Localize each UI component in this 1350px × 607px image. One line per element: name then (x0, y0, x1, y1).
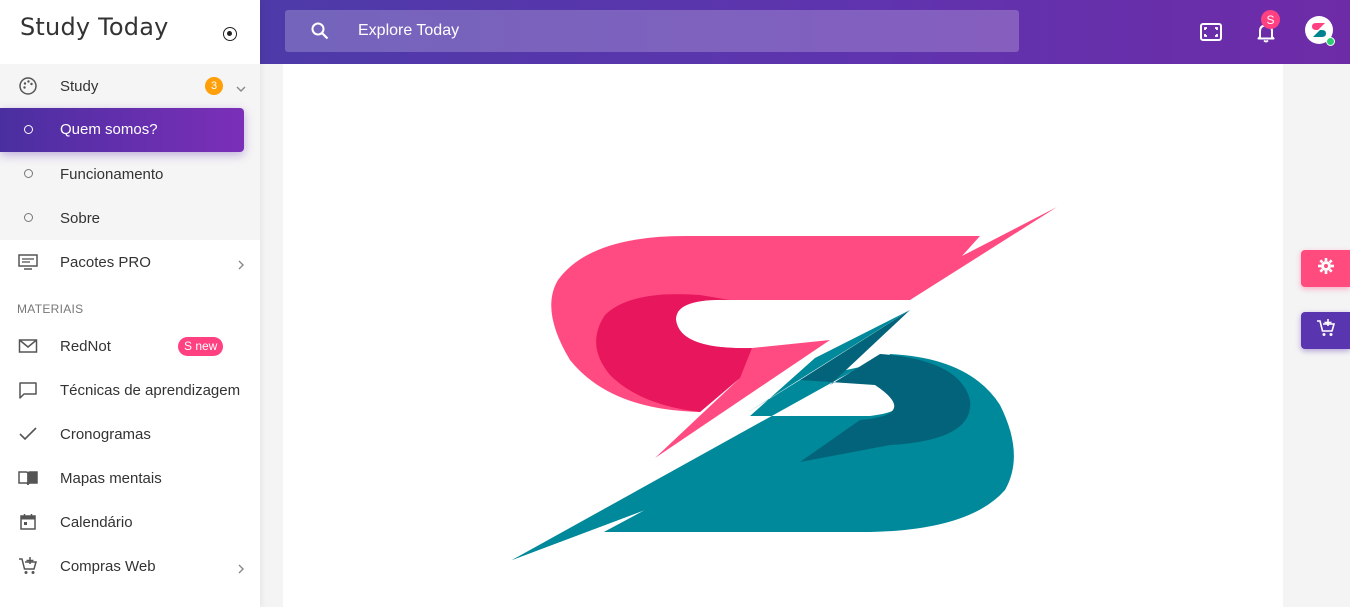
sidebar-item-label: Pacotes PRO (60, 253, 151, 271)
chevron-right-icon (236, 257, 246, 270)
chevron-right-icon (236, 561, 246, 574)
sidebar-item-label: Sobre (60, 209, 101, 227)
sidebar-item-quem-somos[interactable]: Quem somos? (0, 108, 244, 152)
desktop-icon (18, 252, 38, 272)
online-status-dot (1326, 37, 1335, 46)
sidebar-item-funcionamento[interactable]: Funcionamento (0, 152, 260, 196)
search-icon[interactable] (311, 22, 329, 40)
brand-header: Study Today (0, 0, 260, 64)
sidebar-item-label: Mapas mentais (60, 469, 162, 487)
circle-icon (24, 213, 33, 222)
chat-icon (18, 380, 38, 400)
topbar: S (260, 0, 1350, 64)
notification-badge: S (1261, 10, 1280, 29)
sidebar-toggle-icon[interactable] (223, 27, 237, 41)
circle-icon (24, 125, 33, 134)
cart-button[interactable] (1301, 312, 1350, 349)
search-input[interactable] (358, 21, 958, 41)
palette-icon (18, 76, 38, 96)
sidebar-item-label: RedNot (60, 337, 111, 355)
sidebar-item-sobre[interactable]: Sobre (0, 196, 260, 240)
sidebar-item-label: Funcionamento (60, 165, 164, 183)
mail-icon (18, 336, 38, 356)
search-bar[interactable] (285, 10, 1019, 52)
sidebar-item-compras-web[interactable]: Compras Web (0, 544, 260, 588)
sidebar-item-label: Técnicas de aprendizagem (60, 381, 241, 399)
settings-button[interactable] (1301, 250, 1350, 287)
check-icon (18, 424, 38, 444)
book-icon (18, 468, 38, 488)
chevron-down-icon (236, 81, 246, 92)
circle-icon (24, 169, 33, 178)
new-badge: S new (178, 336, 224, 356)
fullscreen-icon[interactable] (1199, 20, 1223, 44)
sidebar: Study Today Study 3 Quem somos? Funciona… (0, 0, 260, 607)
sidebar-item-tecnicas[interactable]: Técnicas de aprendizagem (0, 368, 260, 412)
add-cart-icon (1316, 318, 1336, 343)
sidebar-item-rednot[interactable]: RedNot S new (0, 324, 260, 368)
sidebar-item-label: Quem somos? (60, 121, 158, 138)
sidebar-item-label: Compras Web (60, 557, 156, 575)
sidebar-item-study[interactable]: Study 3 (0, 64, 260, 108)
sidebar-item-calendario[interactable]: Calendário (0, 500, 260, 544)
app-title: Study Today (20, 13, 169, 41)
study-count-badge: 3 (205, 77, 223, 95)
section-header-materiais: MATERIAIS (17, 302, 84, 316)
sidebar-item-pacotes-pro[interactable]: Pacotes PRO (0, 240, 260, 284)
sidebar-item-mapas-mentais[interactable]: Mapas mentais (0, 456, 260, 500)
cart-icon (18, 556, 38, 576)
calendar-icon (18, 512, 38, 532)
sidebar-item-label: Calendário (60, 513, 133, 531)
study-today-logo (512, 207, 1057, 560)
sidebar-item-label: Study (60, 77, 99, 95)
sidebar-item-label: Cronogramas (60, 425, 151, 443)
sidebar-item-cronogramas[interactable]: Cronogramas (0, 412, 260, 456)
gear-icon (1317, 257, 1335, 280)
